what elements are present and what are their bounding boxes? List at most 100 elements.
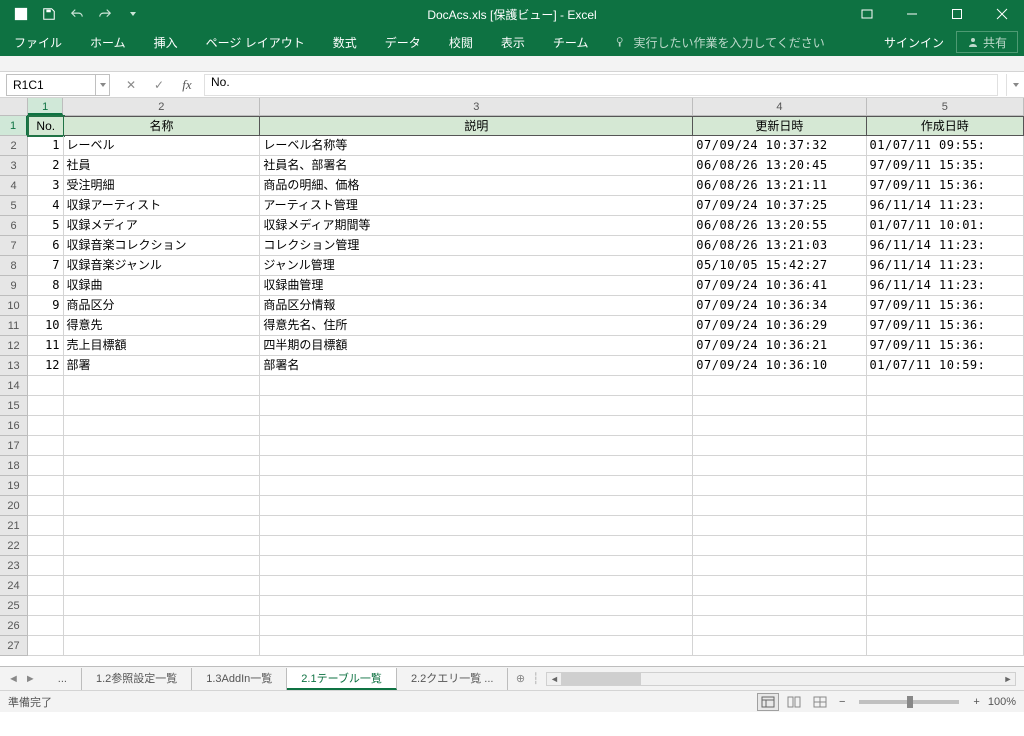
sheet-tab-3[interactable]: 2.2クエリ一覧 ... xyxy=(397,668,509,690)
cell-empty[interactable] xyxy=(867,396,1024,416)
cell-no[interactable]: 2 xyxy=(28,156,64,176)
cell-name[interactable]: 収録曲 xyxy=(64,276,261,296)
signin-link[interactable]: サインイン xyxy=(872,34,956,51)
cell-empty[interactable] xyxy=(28,476,64,496)
cell-created[interactable]: 97/09/11 15:36: xyxy=(867,336,1024,356)
cell-empty[interactable] xyxy=(260,516,693,536)
cell-empty[interactable] xyxy=(867,536,1024,556)
row-header-20[interactable]: 20 xyxy=(0,496,28,516)
cell-desc[interactable]: 部署名 xyxy=(260,356,693,376)
cell-empty[interactable] xyxy=(693,476,866,496)
cell-updated[interactable]: 06/08/26 13:20:55 xyxy=(693,216,866,236)
row-header-22[interactable]: 22 xyxy=(0,536,28,556)
cell-no[interactable]: 3 xyxy=(28,176,64,196)
enter-icon[interactable]: ✓ xyxy=(148,75,170,95)
cell-empty[interactable] xyxy=(260,416,693,436)
row-header-14[interactable]: 14 xyxy=(0,376,28,396)
cell-name[interactable]: 受注明細 xyxy=(64,176,261,196)
cell-empty[interactable] xyxy=(260,636,693,656)
sheet-tab-ellipsis[interactable]: ... xyxy=(44,668,82,690)
cell-empty[interactable] xyxy=(64,396,261,416)
cell-updated[interactable]: 06/08/26 13:20:45 xyxy=(693,156,866,176)
add-sheet-icon[interactable]: ⊕ xyxy=(508,672,532,685)
formula-expand-icon[interactable] xyxy=(1006,74,1024,96)
undo-icon[interactable] xyxy=(64,2,90,26)
cell-empty[interactable] xyxy=(693,456,866,476)
cell-empty[interactable] xyxy=(867,436,1024,456)
cell-empty[interactable] xyxy=(867,476,1024,496)
row-header-23[interactable]: 23 xyxy=(0,556,28,576)
cell-desc[interactable]: アーティスト管理 xyxy=(260,196,693,216)
sheet-nav-arrows[interactable]: ◄ ► xyxy=(0,673,44,685)
cell-updated[interactable]: 06/08/26 13:21:11 xyxy=(693,176,866,196)
cell-empty[interactable] xyxy=(64,456,261,476)
cell-empty[interactable] xyxy=(28,636,64,656)
cell-created[interactable]: 01/07/11 09:55: xyxy=(867,136,1024,156)
row-header-7[interactable]: 7 xyxy=(0,236,28,256)
header-name[interactable]: 名称 xyxy=(64,116,261,136)
cell-empty[interactable] xyxy=(693,616,866,636)
cell-empty[interactable] xyxy=(693,396,866,416)
cell-empty[interactable] xyxy=(693,596,866,616)
row-header-12[interactable]: 12 xyxy=(0,336,28,356)
zoom-out-icon[interactable]: − xyxy=(839,696,845,708)
scroll-left-icon[interactable]: ◄ xyxy=(547,673,561,685)
cell-name[interactable]: 商品区分 xyxy=(64,296,261,316)
cell-empty[interactable] xyxy=(28,416,64,436)
cell-empty[interactable] xyxy=(693,556,866,576)
cell-desc[interactable]: コレクション管理 xyxy=(260,236,693,256)
cell-desc[interactable]: 四半期の目標額 xyxy=(260,336,693,356)
cell-updated[interactable]: 07/09/24 10:36:21 xyxy=(693,336,866,356)
cell-empty[interactable] xyxy=(64,496,261,516)
cell-name[interactable]: レーベル xyxy=(64,136,261,156)
cell-updated[interactable]: 07/09/24 10:37:32 xyxy=(693,136,866,156)
header-created[interactable]: 作成日時 xyxy=(867,116,1024,136)
cell-empty[interactable] xyxy=(867,616,1024,636)
cell-empty[interactable] xyxy=(260,396,693,416)
cell-no[interactable]: 8 xyxy=(28,276,64,296)
cell-empty[interactable] xyxy=(28,516,64,536)
ribbon-display-icon[interactable] xyxy=(844,0,889,28)
cell-created[interactable]: 96/11/14 11:23: xyxy=(867,196,1024,216)
cell-no[interactable]: 4 xyxy=(28,196,64,216)
row-header-11[interactable]: 11 xyxy=(0,316,28,336)
share-button[interactable]: 共有 xyxy=(956,31,1018,53)
zoom-level[interactable]: 100% xyxy=(988,696,1016,708)
header-updated[interactable]: 更新日時 xyxy=(693,116,866,136)
formula-input[interactable]: No. xyxy=(204,74,998,96)
cell-empty[interactable] xyxy=(867,636,1024,656)
cell-empty[interactable] xyxy=(867,456,1024,476)
cell-name[interactable]: 収録メディア xyxy=(64,216,261,236)
ribbon-tab-4[interactable]: 数式 xyxy=(319,28,371,56)
select-all-corner[interactable] xyxy=(0,98,28,116)
cell-updated[interactable]: 05/10/05 15:42:27 xyxy=(693,256,866,276)
cell-empty[interactable] xyxy=(28,456,64,476)
cell-empty[interactable] xyxy=(867,516,1024,536)
cell-empty[interactable] xyxy=(867,596,1024,616)
ribbon-tab-3[interactable]: ページ レイアウト xyxy=(192,28,319,56)
header-desc[interactable]: 説明 xyxy=(260,116,693,136)
row-header-1[interactable]: 1 xyxy=(0,116,28,136)
tell-me-search[interactable]: 実行したい作業を入力してください xyxy=(614,34,824,51)
cancel-icon[interactable]: ✕ xyxy=(120,75,142,95)
name-box-dropdown-icon[interactable] xyxy=(96,74,110,96)
cell-empty[interactable] xyxy=(867,496,1024,516)
cell-empty[interactable] xyxy=(64,636,261,656)
horizontal-scrollbar[interactable]: ◄ ► xyxy=(546,672,1016,686)
cell-empty[interactable] xyxy=(64,576,261,596)
cell-desc[interactable]: 得意先名、住所 xyxy=(260,316,693,336)
cell-updated[interactable]: 07/09/24 10:36:41 xyxy=(693,276,866,296)
row-header-17[interactable]: 17 xyxy=(0,436,28,456)
col-header-4[interactable]: 4 xyxy=(693,98,866,115)
row-header-4[interactable]: 4 xyxy=(0,176,28,196)
row-header-3[interactable]: 3 xyxy=(0,156,28,176)
cell-no[interactable]: 5 xyxy=(28,216,64,236)
cell-empty[interactable] xyxy=(260,596,693,616)
col-header-5[interactable]: 5 xyxy=(867,98,1024,115)
cell-empty[interactable] xyxy=(260,536,693,556)
cell-empty[interactable] xyxy=(64,376,261,396)
header-no[interactable]: No. xyxy=(28,116,64,136)
cells-grid[interactable]: No.名称説明更新日時作成日時1レーベルレーベル名称等07/09/24 10:3… xyxy=(28,116,1024,656)
cell-name[interactable]: 売上目標額 xyxy=(64,336,261,356)
scroll-thumb[interactable] xyxy=(561,673,641,685)
